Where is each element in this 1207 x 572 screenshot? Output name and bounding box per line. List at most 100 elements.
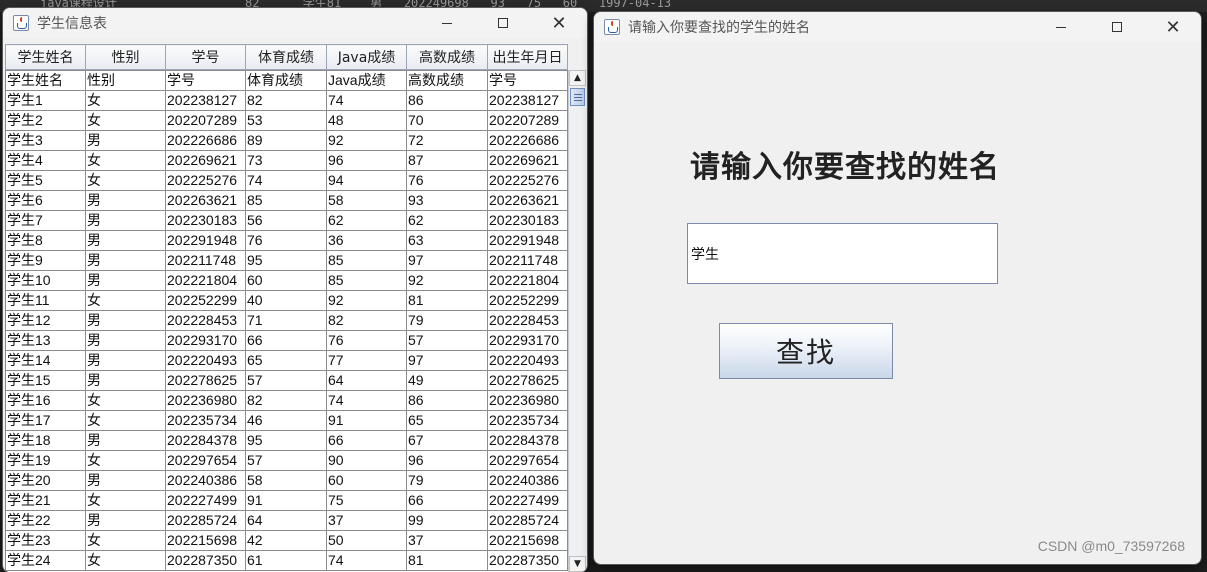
table-cell[interactable]: 64 xyxy=(326,370,407,391)
table-cell[interactable]: 62 xyxy=(406,210,488,231)
table-cell[interactable]: 202285724 xyxy=(487,510,568,531)
table-cell[interactable]: 86 xyxy=(406,390,488,411)
table-cell[interactable]: 57 xyxy=(245,370,327,391)
table-row[interactable]: 学生17 女 202235734 46 91 65 202235734 xyxy=(5,410,568,431)
table-cell[interactable]: 学生9 xyxy=(5,250,86,271)
table-cell[interactable]: 50 xyxy=(326,530,407,551)
table-cell[interactable]: 202285724 xyxy=(165,510,246,531)
table-cell[interactable]: 85 xyxy=(245,190,327,211)
table-cell[interactable]: 男 xyxy=(85,370,166,391)
table-row[interactable]: 学生姓名 性别 学号 体育成绩 Java成绩 高数成绩 学号 xyxy=(5,70,568,91)
table-cell[interactable]: 学生2 xyxy=(5,110,86,131)
table-cell[interactable]: 96 xyxy=(406,450,488,471)
table-cell[interactable]: 202226686 xyxy=(165,130,246,151)
table-cell[interactable]: 95 xyxy=(245,250,327,271)
close-button[interactable]: ✕ xyxy=(1145,12,1201,42)
table-cell[interactable]: 40 xyxy=(245,290,327,311)
table-row[interactable]: 学生12 男 202228453 71 82 79 202228453 xyxy=(5,310,568,331)
table-cell[interactable]: 男 xyxy=(85,190,166,211)
table-cell[interactable]: 学号 xyxy=(165,70,246,91)
table-cell[interactable]: 学生11 xyxy=(5,290,86,311)
table-cell[interactable]: 高数成绩 xyxy=(406,70,488,91)
table-cell[interactable]: 95 xyxy=(245,430,327,451)
table-cell[interactable]: 202225276 xyxy=(165,170,246,191)
table-cell[interactable]: 81 xyxy=(406,550,488,571)
table-row[interactable]: 学生15 男 202278625 57 64 49 202278625 xyxy=(5,370,568,391)
table-cell[interactable]: 66 xyxy=(406,490,488,511)
table-cell[interactable]: 202221804 xyxy=(165,270,246,291)
table-cell[interactable]: 85 xyxy=(326,270,407,291)
table-cell[interactable]: 58 xyxy=(245,470,327,491)
table-cell[interactable]: 202252299 xyxy=(165,290,246,311)
table-cell[interactable]: 202228453 xyxy=(487,310,568,331)
table-row[interactable]: 学生24 女 202287350 61 74 81 202287350 xyxy=(5,550,568,571)
table-cell[interactable]: 36 xyxy=(326,230,407,251)
table-cell[interactable]: 学生5 xyxy=(5,170,86,191)
table-row[interactable]: 学生18 男 202284378 95 66 67 202284378 xyxy=(5,430,568,451)
table-cell[interactable]: 202226686 xyxy=(487,130,568,151)
table-cell[interactable]: 97 xyxy=(406,350,488,371)
table-cell[interactable]: 学生17 xyxy=(5,410,86,431)
table-cell[interactable]: 男 xyxy=(85,230,166,251)
table-cell[interactable]: 学生23 xyxy=(5,530,86,551)
table-cell[interactable]: 男 xyxy=(85,470,166,491)
column-header[interactable]: 学生姓名 xyxy=(5,44,86,70)
column-header[interactable]: Java成绩 xyxy=(326,44,407,70)
table-cell[interactable]: 202240386 xyxy=(165,470,246,491)
table-cell[interactable]: 202291948 xyxy=(165,230,246,251)
table-cell[interactable]: 202220493 xyxy=(487,350,568,371)
table-cell[interactable]: 男 xyxy=(85,330,166,351)
table-cell[interactable]: 42 xyxy=(245,530,327,551)
table-cell[interactable]: 57 xyxy=(406,330,488,351)
table-cell[interactable]: 男 xyxy=(85,210,166,231)
scroll-up-button[interactable]: ▲ xyxy=(569,70,586,86)
vertical-scrollbar[interactable]: ▲ ▼ xyxy=(568,70,586,572)
table-row[interactable]: 学生6 男 202263621 85 58 93 202263621 xyxy=(5,190,568,211)
table-cell[interactable]: 202293170 xyxy=(487,330,568,351)
table-cell[interactable]: 202230183 xyxy=(487,210,568,231)
table-cell[interactable]: 202227499 xyxy=(487,490,568,511)
table-cell[interactable]: 202221804 xyxy=(487,270,568,291)
table-row[interactable]: 学生20 男 202240386 58 60 79 202240386 xyxy=(5,470,568,491)
name-search-input[interactable] xyxy=(687,223,998,284)
table-cell[interactable]: 76 xyxy=(406,170,488,191)
table-cell[interactable]: 97 xyxy=(406,250,488,271)
table-row[interactable]: 学生7 男 202230183 56 62 62 202230183 xyxy=(5,210,568,231)
column-header[interactable]: 性别 xyxy=(85,44,166,70)
table-cell[interactable]: 85 xyxy=(326,250,407,271)
table-cell[interactable]: 男 xyxy=(85,510,166,531)
table-row[interactable]: 学生13 男 202293170 66 76 57 202293170 xyxy=(5,330,568,351)
table-cell[interactable]: 61 xyxy=(245,550,327,571)
close-button[interactable]: ✕ xyxy=(531,8,587,38)
table-cell[interactable]: 202215698 xyxy=(487,530,568,551)
table-cell[interactable]: 202284378 xyxy=(165,430,246,451)
table-cell[interactable]: 48 xyxy=(326,110,407,131)
find-button[interactable]: 查找 xyxy=(719,323,893,379)
table-cell[interactable]: 86 xyxy=(406,90,488,111)
table-row[interactable]: 学生11 女 202252299 40 92 81 202252299 xyxy=(5,290,568,311)
column-header[interactable]: 出生年月日 xyxy=(487,44,568,70)
table-cell[interactable]: 65 xyxy=(245,350,327,371)
table-cell[interactable]: 学生姓名 xyxy=(5,70,86,91)
table-row[interactable]: 学生5 女 202225276 74 94 76 202225276 xyxy=(5,170,568,191)
table-cell[interactable]: 202230183 xyxy=(165,210,246,231)
table-cell[interactable]: 82 xyxy=(326,310,407,331)
table-cell[interactable]: 96 xyxy=(326,150,407,171)
table-cell[interactable]: 37 xyxy=(326,510,407,531)
table-cell[interactable]: 82 xyxy=(245,90,327,111)
table-cell[interactable]: 60 xyxy=(245,270,327,291)
table-cell[interactable]: 学生12 xyxy=(5,310,86,331)
table-cell[interactable]: 90 xyxy=(326,450,407,471)
table-cell[interactable]: 94 xyxy=(326,170,407,191)
table-cell[interactable]: 学生4 xyxy=(5,150,86,171)
table-cell[interactable]: 女 xyxy=(85,290,166,311)
table-cell[interactable]: 53 xyxy=(245,110,327,131)
table-cell[interactable]: 学生20 xyxy=(5,470,86,491)
maximize-button[interactable] xyxy=(1089,12,1145,42)
table-cell[interactable]: 学生13 xyxy=(5,330,86,351)
table-cell[interactable]: 202220493 xyxy=(165,350,246,371)
table-cell[interactable]: 202235734 xyxy=(487,410,568,431)
table-cell[interactable]: 女 xyxy=(85,490,166,511)
table-cell[interactable]: 79 xyxy=(406,470,488,491)
table-cell[interactable]: 202211748 xyxy=(165,250,246,271)
